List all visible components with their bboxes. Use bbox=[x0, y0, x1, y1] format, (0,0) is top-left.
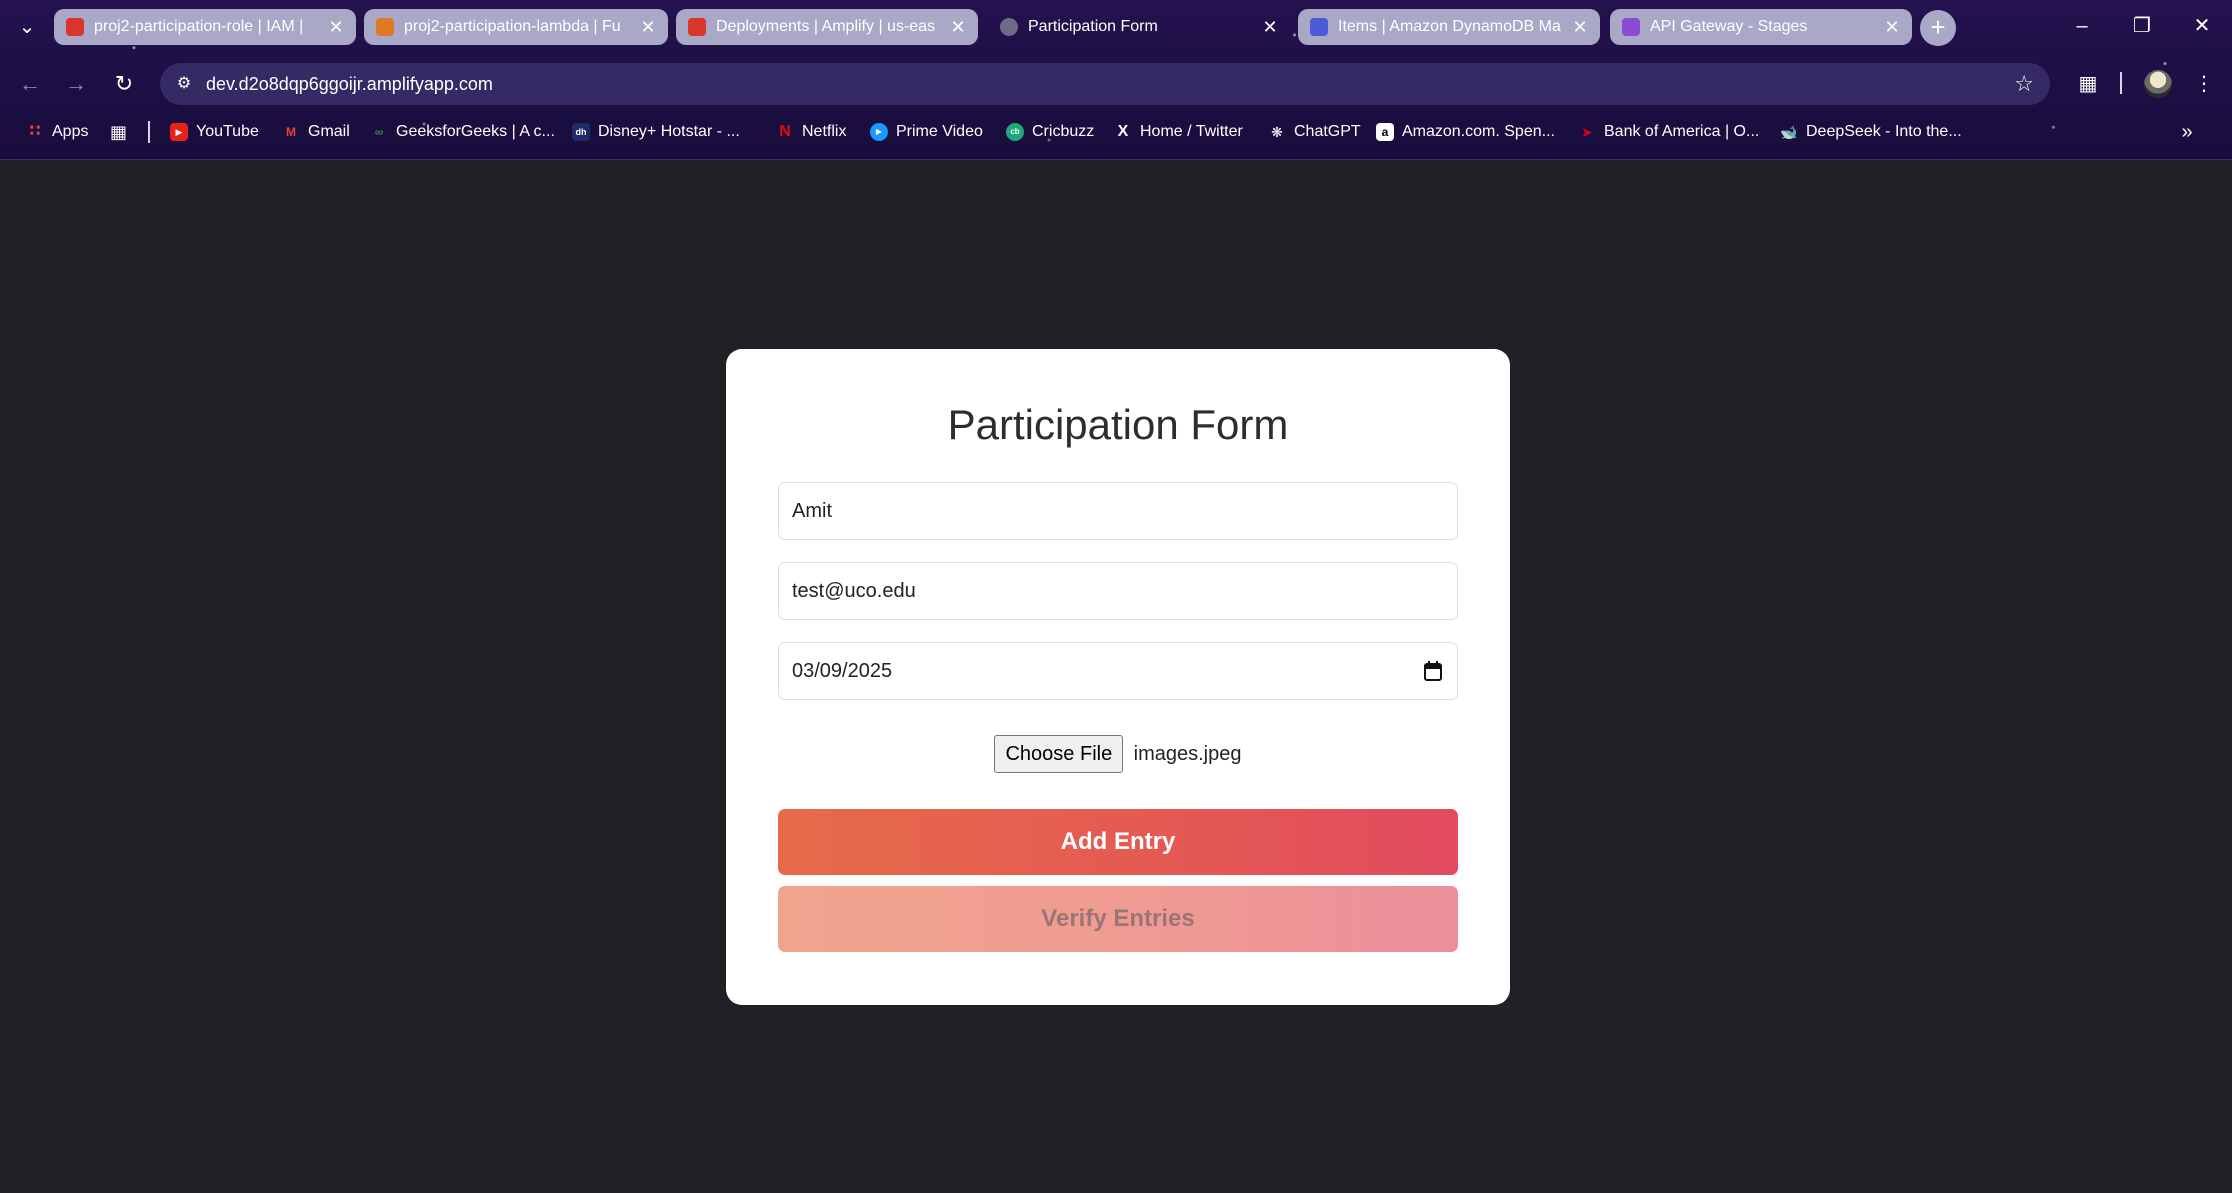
tab-title: proj2-participation-role | IAM | bbox=[94, 18, 304, 35]
tab-api-gateway[interactable]: API Gateway - Stages ✕ bbox=[1610, 9, 1912, 45]
verify-entries-button[interactable]: Verify Entries bbox=[778, 886, 1458, 952]
close-tab-icon[interactable]: ✕ bbox=[326, 9, 346, 45]
bookmark-label: DeepSeek - Into the... bbox=[1806, 123, 1962, 140]
tab-title: API Gateway - Stages bbox=[1650, 18, 1808, 35]
bookmark-prime-video[interactable]: ▶ Prime Video bbox=[870, 114, 983, 150]
bookmark-label: YouTube bbox=[196, 123, 259, 140]
bookmark-apps[interactable]: ∷ Apps bbox=[26, 114, 88, 150]
tab-groups-grid-icon: ▦ bbox=[110, 122, 128, 142]
choose-file-button[interactable]: Choose File bbox=[994, 735, 1124, 773]
api-gateway-favicon-icon bbox=[1622, 18, 1640, 36]
close-tab-icon[interactable]: ✕ bbox=[1882, 9, 1902, 45]
bookmark-youtube[interactable]: ▶ YouTube bbox=[170, 114, 259, 150]
file-upload-row: Choose File images.jpeg bbox=[726, 735, 1510, 775]
gmail-icon: M bbox=[286, 125, 296, 139]
close-tab-icon[interactable]: ✕ bbox=[638, 9, 658, 45]
tab-title: Items | Amazon DynamoDB Ma bbox=[1338, 18, 1561, 35]
date-value: 03/09/2025 bbox=[792, 660, 893, 682]
bookmark-label: Home / Twitter bbox=[1140, 123, 1243, 140]
prime-video-icon: ▶ bbox=[870, 123, 888, 141]
tab-participation-form[interactable]: Participation Form ✕ bbox=[988, 9, 1290, 45]
reload-icon[interactable]: ↻ bbox=[106, 66, 142, 102]
bookmark-label: Bank of America | O... bbox=[1604, 123, 1760, 140]
x-twitter-icon: X bbox=[1117, 123, 1129, 140]
calendar-icon[interactable] bbox=[1423, 660, 1443, 682]
bookmark-label: Disney+ Hotstar - ... bbox=[598, 123, 740, 140]
close-tab-icon[interactable]: ✕ bbox=[1260, 9, 1280, 45]
cricbuzz-icon: cb bbox=[1006, 123, 1024, 141]
forward-arrow-icon[interactable]: → bbox=[58, 66, 94, 102]
minimize-window-icon[interactable]: – bbox=[2062, 8, 2102, 44]
bookmarks-divider bbox=[148, 121, 150, 143]
amplify-favicon-icon bbox=[688, 18, 706, 36]
bookmarks-bar: ∷ Apps ▦ ▶ YouTube M Gmail ∞ GeeksforGee… bbox=[0, 114, 2232, 150]
restore-window-icon[interactable]: ❐ bbox=[2122, 8, 2162, 44]
hotstar-icon: dh bbox=[572, 123, 590, 141]
add-entry-button[interactable]: Add Entry bbox=[778, 809, 1458, 875]
bookmark-label: Cricbuzz bbox=[1032, 123, 1095, 140]
close-window-icon[interactable]: ✕ bbox=[2182, 8, 2222, 44]
bookmark-label: Gmail bbox=[308, 123, 350, 140]
url-text[interactable]: dev.d2o8dqp6ggoijr.amplifyapp.com bbox=[206, 63, 493, 105]
bookmark-geeksforgeeks[interactable]: ∞ GeeksforGeeks | A c... bbox=[370, 114, 555, 150]
tab-lambda[interactable]: proj2-participation-lambda | Fu ✕ bbox=[364, 9, 668, 45]
globe-favicon-icon bbox=[1000, 18, 1018, 36]
date-input[interactable]: 03/09/2025 bbox=[778, 642, 1458, 700]
address-bar[interactable]: ⚙ dev.d2o8dqp6ggoijr.amplifyapp.com ☆ bbox=[160, 63, 2050, 105]
bookmark-label: Apps bbox=[52, 123, 89, 140]
netflix-icon: N bbox=[779, 123, 791, 140]
bookmark-label: GeeksforGeeks | A c... bbox=[396, 123, 555, 140]
participation-form-card: Participation Form Amit test@uco.edu 03/… bbox=[726, 349, 1510, 1005]
bookmark-netflix[interactable]: N Netflix bbox=[776, 114, 846, 150]
site-settings-icon[interactable]: ⚙ bbox=[170, 70, 198, 98]
bookmark-bank-of-america[interactable]: ➤ Bank of America | O... bbox=[1578, 114, 1759, 150]
bookmark-label: Netflix bbox=[802, 123, 847, 140]
tab-title: Participation Form bbox=[1028, 18, 1158, 35]
bookmark-tab-groups[interactable]: ▦ bbox=[110, 114, 134, 150]
bookmark-amazon[interactable]: a Amazon.com. Spen... bbox=[1376, 114, 1555, 150]
amazon-icon: a bbox=[1376, 123, 1394, 141]
profile-avatar[interactable] bbox=[2144, 70, 2172, 98]
deepseek-icon: 🐋 bbox=[1780, 124, 1798, 140]
bank-of-america-icon: ➤ bbox=[1581, 124, 1593, 140]
bookmark-label: Amazon.com. Spen... bbox=[1402, 123, 1555, 140]
bookmark-cricbuzz[interactable]: cb Cricbuzz bbox=[1006, 114, 1094, 150]
new-tab-button[interactable]: + bbox=[1920, 10, 1956, 46]
bookmark-label: ChatGPT bbox=[1294, 123, 1361, 140]
bookmark-deepseek[interactable]: 🐋 DeepSeek - Into the... bbox=[1780, 114, 1962, 150]
browser-chrome: ⌄ proj2-participation-role | IAM | ✕ pro… bbox=[0, 0, 2232, 160]
close-tab-icon[interactable]: ✕ bbox=[948, 9, 968, 45]
bookmark-star-icon[interactable]: ☆ bbox=[2014, 63, 2034, 105]
tab-dynamodb-items[interactable]: Items | Amazon DynamoDB Ma ✕ bbox=[1298, 9, 1600, 45]
bookmarks-overflow-chevron-icon[interactable]: » bbox=[2172, 114, 2202, 150]
bookmark-chatgpt[interactable]: ❋ ChatGPT bbox=[1268, 114, 1361, 150]
bookmark-label: Prime Video bbox=[896, 123, 983, 140]
dynamodb-favicon-icon bbox=[1310, 18, 1328, 36]
bookmark-gmail[interactable]: M Gmail bbox=[282, 114, 350, 150]
bookmark-hotstar[interactable]: dh Disney+ Hotstar - ... bbox=[572, 114, 740, 150]
tab-strip: ⌄ proj2-participation-role | IAM | ✕ pro… bbox=[0, 0, 2232, 56]
iam-favicon-icon bbox=[66, 18, 84, 36]
tab-amplify-deployments[interactable]: Deployments | Amplify | us-eas ✕ bbox=[676, 9, 978, 45]
extensions-puzzle-icon[interactable]: ▦ bbox=[2070, 66, 2106, 102]
tab-title: Deployments | Amplify | us-eas bbox=[716, 18, 936, 35]
toolbar-divider bbox=[2120, 72, 2122, 94]
tab-title: proj2-participation-lambda | Fu bbox=[404, 18, 621, 35]
lambda-favicon-icon bbox=[376, 18, 394, 36]
selected-file-name: images.jpeg bbox=[1133, 742, 1242, 765]
tab-iam-role[interactable]: proj2-participation-role | IAM | ✕ bbox=[54, 9, 356, 45]
chatgpt-icon: ❋ bbox=[1271, 124, 1283, 140]
back-arrow-icon[interactable]: ← bbox=[12, 66, 48, 102]
tab-search-chevron-icon[interactable]: ⌄ bbox=[10, 12, 44, 42]
apps-grid-icon: ∷ bbox=[29, 123, 41, 140]
form-title: Participation Form bbox=[947, 401, 1289, 448]
youtube-icon: ▶ bbox=[170, 123, 188, 141]
close-tab-icon[interactable]: ✕ bbox=[1570, 9, 1590, 45]
bookmark-twitter[interactable]: X Home / Twitter bbox=[1114, 114, 1243, 150]
geeksforgeeks-icon: ∞ bbox=[374, 125, 384, 139]
name-input[interactable]: Amit bbox=[778, 482, 1458, 540]
email-input[interactable]: test@uco.edu bbox=[778, 562, 1458, 620]
browser-menu-kebab-icon[interactable]: ⋮ bbox=[2186, 66, 2222, 102]
